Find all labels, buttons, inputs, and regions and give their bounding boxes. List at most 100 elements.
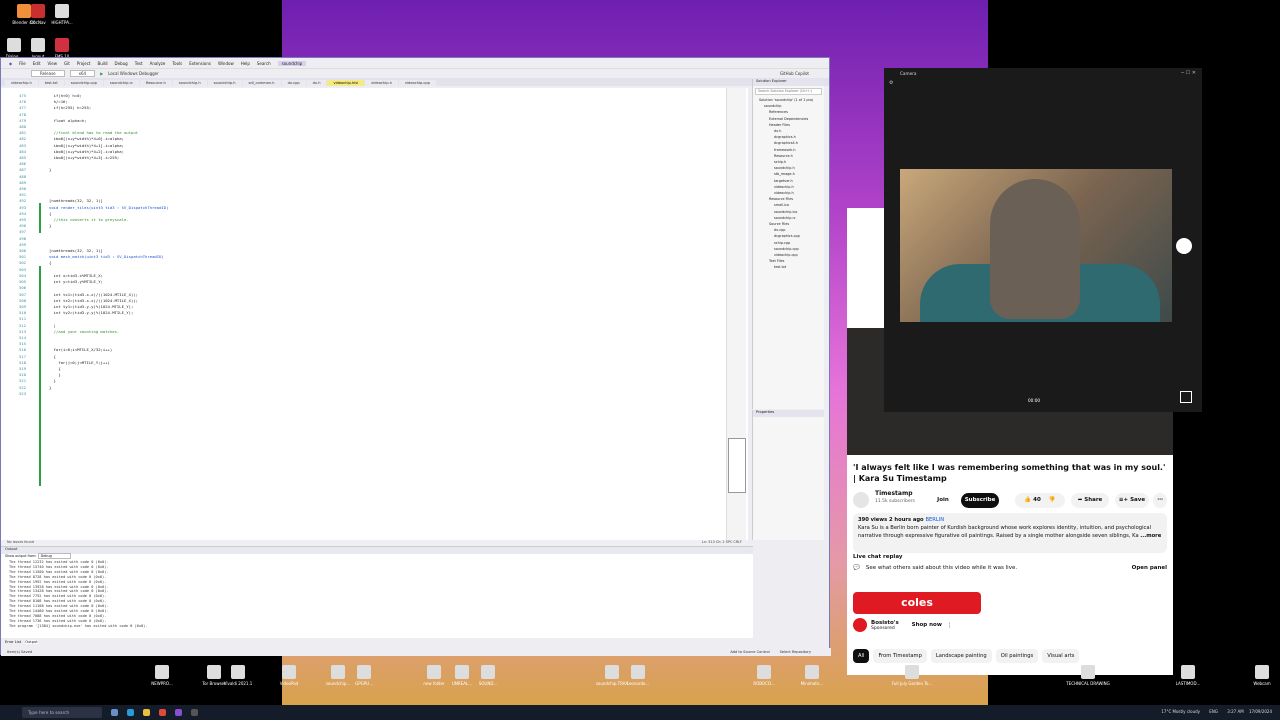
desktop-icon[interactable]: GPGPU... [342,665,386,686]
shop-now-button[interactable]: Shop now [910,619,943,631]
hashtag[interactable]: BERLIN [925,517,944,523]
document-tab[interactable]: Resource.h [139,80,172,86]
search-menu[interactable]: Search [257,61,271,66]
menu-test[interactable]: Test [135,61,143,66]
capture-button[interactable] [1176,238,1192,254]
document-tab[interactable]: soundchip.cpp [64,80,103,86]
clock-date[interactable]: 17/09/2024 [1249,709,1272,714]
platform-select[interactable]: x64 [69,70,96,77]
channel-name[interactable]: Timestamp [875,490,913,497]
more-actions-icon[interactable]: ⋯ [1153,493,1167,508]
menu-file[interactable]: File [19,61,26,66]
taskbar-search[interactable]: Type here to search [22,707,102,718]
document-tab[interactable]: test.txt [38,80,64,86]
menu-extensions[interactable]: Extensions [189,61,211,66]
ad-text: Bosisto's Sponsored [871,620,899,631]
channel-avatar[interactable] [853,492,869,508]
menu-build[interactable]: Build [98,61,108,66]
document-tab[interactable]: dx.h [306,80,327,86]
document-tab[interactable]: videochip.cpp [398,80,436,86]
tab-output[interactable]: Output [25,640,38,644]
desktop-icon[interactable]: Leonardo... [616,665,660,686]
desktop-icon[interactable]: Vivaldi 2021.1 [216,665,260,686]
desktop-icon[interactable]: Webcam [1240,665,1280,686]
ad-menu-icon[interactable]: ⋮ [947,622,953,629]
desktop-icon[interactable]: Minimalis... [790,665,834,686]
document-tab[interactable]: videochip.hlsl [327,80,365,86]
document-tab[interactable]: videochip.h [5,80,38,86]
document-tab[interactable]: soundchip.h [172,80,207,86]
solution-tree-item[interactable]: test.txt [759,264,824,270]
select-repository-button[interactable]: Select Repository [780,650,811,654]
menu-git[interactable]: Git [64,61,70,66]
editor-scrollbar[interactable] [726,88,746,540]
menu-analyze[interactable]: Analyze [150,61,166,66]
window-controls[interactable]: ─ ☐ ✕ [1181,70,1196,76]
desktop-icon[interactable]: NEWPRO... [140,665,184,686]
desktop-icon[interactable]: LASTIMOD... [1166,665,1210,686]
run-debugger-button[interactable]: Local Windows Debugger [108,71,159,76]
document-tab[interactable]: soundchip.h [207,80,242,86]
open-panel-button[interactable]: Open panel [1132,565,1167,571]
clock-time[interactable]: 3:27 AM [1227,709,1243,714]
output-source-select[interactable]: Debug [37,553,71,559]
like-count[interactable]: 40 [1033,497,1041,503]
file-explorer-icon[interactable] [143,709,150,716]
menu-debug[interactable]: Debug [115,61,128,66]
code-text[interactable]: if(h<0) h=0; h/=16; if(h>255) h=255; flo… [49,93,739,397]
menu-view[interactable]: View [48,61,58,66]
chrome-icon[interactable] [159,709,166,716]
video-meta: 390 views 2 hours ago BERLIN [858,516,1162,524]
thumbs-up-icon[interactable]: 👍 [1024,497,1031,503]
desktop-icon[interactable]: Full July Garden To... [890,665,934,686]
document-tab[interactable]: sdl_common.h [242,80,281,86]
tab-error-list[interactable]: Error List [5,640,21,644]
task-view-icon[interactable] [111,709,118,716]
scrollbar-thumb[interactable] [728,438,746,493]
code-line[interactable] [49,391,739,397]
desktop-icon-image [357,665,371,679]
filter-chip[interactable]: Landscape painting [930,649,992,663]
filter-chip[interactable]: Oil paintings [995,649,1039,663]
desktop-icon[interactable]: ROBOCO... [742,665,786,686]
weather-widget[interactable]: 17°C Mostly cloudy [1161,709,1200,714]
add-source-control-button[interactable]: Add to Source Control [730,650,769,654]
desktop-icon-file[interactable]: HIGHTPA... [40,4,84,25]
play-icon[interactable]: ▶ [100,71,103,76]
menu-edit[interactable]: Edit [33,61,41,66]
desktop-icon[interactable]: TECHNICAL DRAWING [1066,665,1110,686]
terminal-icon[interactable] [191,709,198,716]
config-select[interactable]: Release [31,70,65,77]
subscribe-button[interactable]: Subscribe [961,493,999,508]
video-description[interactable]: 390 views 2 hours ago BERLIN Kara Su is … [853,513,1167,553]
show-more-link[interactable]: ...more [1140,533,1161,539]
solution-explorer-title: Solution Explorer [753,79,824,86]
menu-help[interactable]: Help [241,61,250,66]
visual-studio-icon[interactable] [175,709,182,716]
desktop-icon-fms[interactable]: FMS 10 [40,38,84,59]
copilot-button[interactable]: GitHub Copilot [780,71,809,76]
sponsored-ad[interactable]: coles Bosisto's Sponsored Shop now ⋮ [853,592,981,647]
edge-icon[interactable] [127,709,134,716]
menu-window[interactable]: Window [218,61,234,66]
filter-chip[interactable]: All [853,649,870,663]
code-editor[interactable]: 475 476 477 478 479 480 481 482 483 484 485 486 487 4… [1,88,748,540]
thumbs-down-icon[interactable]: 👎 [1049,497,1056,503]
join-button[interactable]: Join [928,493,958,508]
filter-chip[interactable]: Visual arts [1042,649,1080,663]
save-button[interactable]: ≡+ Save [1115,493,1149,508]
document-tab[interactable]: dx.cpp [281,80,306,86]
desktop-icon[interactable]: SOUND... [466,665,510,686]
ad-banner[interactable]: coles [853,592,981,614]
share-button[interactable]: ➦ Share [1071,493,1109,508]
filter-chip[interactable]: From Timestamp [873,649,927,663]
document-tab[interactable]: soundchip.rc [103,80,139,86]
gallery-thumbnail[interactable] [1180,391,1192,403]
menu-project[interactable]: Project [77,61,91,66]
document-tab[interactable]: videochip.h [365,80,398,86]
language-indicator[interactable]: ENG [1209,709,1218,714]
camera-settings-icon[interactable]: ⚙ [889,80,893,86]
menu-tools[interactable]: Tools [172,61,182,66]
solution-search-input[interactable]: Search Solution Explorer (Ctrl+;) [755,88,822,95]
desktop-icon[interactable]: VideoPad [267,665,311,686]
